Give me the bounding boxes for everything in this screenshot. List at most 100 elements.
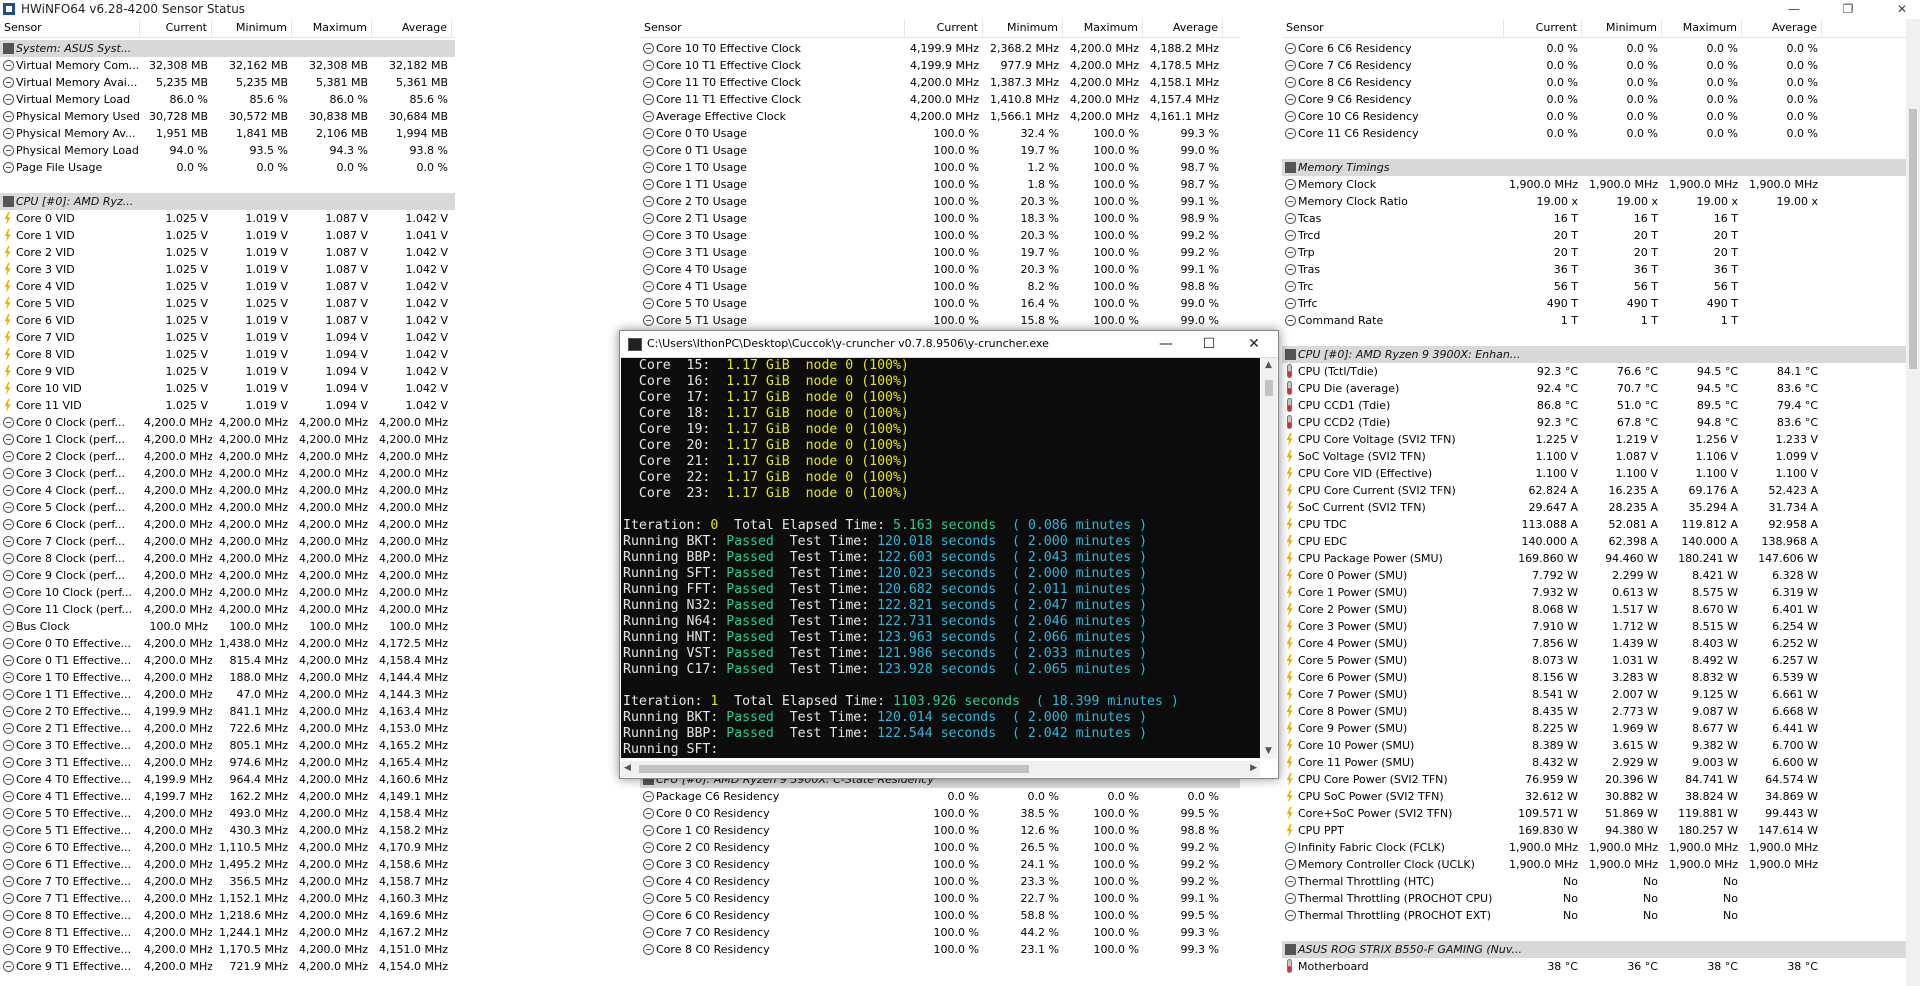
sensor-row[interactable]: Virtual Memory Com... 32,308 MB 32,162 MB 3…	[0, 57, 455, 74]
sensor-row[interactable]: Core 5 Clock (perf... 4,200.0 MHz 4,200.0 …	[0, 499, 455, 516]
sensor-row[interactable]: Core 6 Power (SMU) 8.156 W 3.283 W 8.832 W 6…	[1282, 669, 1920, 686]
sensor-row[interactable]: CPU PPT 169.830 W 94.380 W 180.257 W 147.614…	[1282, 822, 1920, 839]
sensor-row[interactable]: Tras 36 T 36 T 36 T	[1282, 261, 1920, 278]
sensor-row[interactable]: Core 5 Power (SMU) 8.073 W 1.031 W 8.492 W 6…	[1282, 652, 1920, 669]
sensor-row[interactable]: Core 10 VID 1.025 V 1.019 V 1.094 V 1.042 V	[0, 380, 455, 397]
sensor-row[interactable]: Core 6 VID 1.025 V 1.019 V 1.087 V 1.042 V	[0, 312, 455, 329]
sensor-row[interactable]: CPU Package Power (SMU) 169.860 W 94.460 W…	[1282, 550, 1920, 567]
sensor-row[interactable]: Physical Memory Used 30,728 MB 30,572 MB 30…	[0, 108, 455, 125]
sensor-row[interactable]: Core 7 Power (SMU) 8.541 W 2.007 W 9.125 W 6…	[1282, 686, 1920, 703]
sensor-row[interactable]: Thermal Throttling (PROCHOT EXT) No No No	[1282, 907, 1920, 924]
sensor-row[interactable]: Core 5 T0 Effective... 4,200.0 MHz 493.0 M…	[0, 805, 455, 822]
sensor-row[interactable]: Core 11 T0 Effective Clock 4,200.0 MHz 1,3…	[640, 74, 1240, 91]
sensor-panel-3[interactable]: Sensor Current Minimum Maximum Average Core 6…	[1282, 19, 1920, 986]
sensor-row[interactable]: Physical Memory Load 94.0 % 93.5 % 94.3 % 93…	[0, 142, 455, 159]
sensor-row[interactable]: Core 4 C0 Residency 100.0 % 23.3 % 100.0 % 9…	[640, 873, 1240, 890]
sensor-panel-1[interactable]: Sensor Current Minimum Maximum Average System…	[0, 19, 455, 986]
sensor-row[interactable]: Core 10 T0 Effective Clock 4,199.9 MHz 2,3…	[640, 40, 1240, 57]
minimize-button[interactable]: —	[1776, 0, 1812, 19]
sensor-row[interactable]: Core 7 VID 1.025 V 1.019 V 1.094 V 1.042 V	[0, 329, 455, 346]
sensor-row[interactable]: Core 4 T0 Effective... 4,199.9 MHz 964.4 M…	[0, 771, 455, 788]
sensor-group-header[interactable]: CPU [#0]: AMD Ryz...	[0, 193, 455, 210]
sensor-row[interactable]: Core 1 Clock (perf... 4,200.0 MHz 4,200.0 …	[0, 431, 455, 448]
sensor-row[interactable]: Core 8 C0 Residency 100.0 % 23.1 % 100.0 % 9…	[640, 941, 1240, 958]
sensor-row[interactable]: Core 9 VID 1.025 V 1.019 V 1.094 V 1.042 V	[0, 363, 455, 380]
sensor-row[interactable]: Memory Clock 1,900.0 MHz 1,900.0 MHz 1,900.…	[1282, 176, 1920, 193]
sensor-row[interactable]: Core 10 Power (SMU) 8.389 W 3.615 W 9.382 W…	[1282, 737, 1920, 754]
sensor-row[interactable]: Core 11 T1 Effective Clock 4,200.0 MHz 1,4…	[640, 91, 1240, 108]
sensor-row[interactable]: Trp 20 T 20 T 20 T	[1282, 244, 1920, 261]
sensor-row[interactable]: Core 3 T1 Usage 100.0 % 19.7 % 100.0 % 99.2 …	[640, 244, 1240, 261]
header-maximum[interactable]: Maximum	[292, 19, 372, 37]
sensor-row[interactable]: Core 2 Clock (perf... 4,200.0 MHz 4,200.0 …	[0, 448, 455, 465]
restore-button[interactable]: ❐	[1830, 0, 1866, 19]
sensor-row[interactable]: Core 3 T0 Effective... 4,200.0 MHz 805.1 M…	[0, 737, 455, 754]
header-average[interactable]: Average	[1742, 19, 1822, 37]
sensor-row[interactable]: Trcd 20 T 20 T 20 T	[1282, 227, 1920, 244]
sensor-row[interactable]: Core 10 T1 Effective Clock 4,199.9 MHz 977…	[640, 57, 1240, 74]
sensor-row[interactable]: Core 3 VID 1.025 V 1.019 V 1.087 V 1.042 V	[0, 261, 455, 278]
sensor-row[interactable]: Page File Usage 0.0 % 0.0 % 0.0 % 0.0 %	[0, 159, 455, 176]
sensor-row[interactable]: Core 9 C6 Residency 0.0 % 0.0 % 0.0 % 0.0 %	[1282, 91, 1920, 108]
sensor-row[interactable]: Average Effective Clock 4,200.0 MHz 1,566.…	[640, 108, 1240, 125]
sensor-row[interactable]: Core 7 C0 Residency 100.0 % 44.2 % 100.0 % 9…	[640, 924, 1240, 941]
sensor-row[interactable]: Core 1 T1 Usage 100.0 % 1.8 % 100.0 % 98.7 %	[640, 176, 1240, 193]
sensor-row[interactable]: Thermal Throttling (PROCHOT CPU) No No No	[1282, 890, 1920, 907]
sensor-row[interactable]: Core 8 C6 Residency 0.0 % 0.0 % 0.0 % 0.0 %	[1282, 74, 1920, 91]
sensor-row[interactable]: Core 1 Power (SMU) 7.932 W 0.613 W 8.575 W 6…	[1282, 584, 1920, 601]
sensor-row[interactable]: Core 8 Clock (perf... 4,200.0 MHz 4,200.0 …	[0, 550, 455, 567]
sensor-row[interactable]: Thermal Throttling (HTC) No No No	[1282, 873, 1920, 890]
sensor-group-header[interactable]: ASUS ROG STRIX B550-F GAMING (Nuv...	[1282, 941, 1920, 958]
sensor-row[interactable]: CPU (Tctl/Tdie) 92.3 °C 76.6 °C 94.5 °C 84.1…	[1282, 363, 1920, 380]
header-minimum[interactable]: Minimum	[1582, 19, 1662, 37]
sensor-row[interactable]: Core 3 Power (SMU) 7.910 W 1.712 W 8.515 W 6…	[1282, 618, 1920, 635]
sensor-row[interactable]: Command Rate 1 T 1 T 1 T	[1282, 312, 1920, 329]
sensor-group-header[interactable]: Memory Timings	[1282, 159, 1920, 176]
sensor-row[interactable]: Bus Clock 100.0 MHz 100.0 MHz 100.0 MHz 100.…	[0, 618, 455, 635]
sensor-row[interactable]: Core 5 T0 Usage 100.0 % 16.4 % 100.0 % 99.0 …	[640, 295, 1240, 312]
sensor-row[interactable]: Core 0 T1 Effective... 4,200.0 MHz 815.4 M…	[0, 652, 455, 669]
sensor-row[interactable]: CPU SoC Power (SVI2 TFN) 32.612 W 30.882 W…	[1282, 788, 1920, 805]
sensor-row[interactable]: CPU Core Voltage (SVI2 TFN) 1.225 V 1.219 …	[1282, 431, 1920, 448]
sensor-row[interactable]: Core 1 C0 Residency 100.0 % 12.6 % 100.0 % 9…	[640, 822, 1240, 839]
console-vertical-scroll-thumb[interactable]	[1265, 380, 1273, 396]
sensor-row[interactable]: CPU Core Current (SVI2 TFN) 62.824 A 16.23…	[1282, 482, 1920, 499]
sensor-row[interactable]: Core 8 Power (SMU) 8.435 W 2.773 W 9.087 W 6…	[1282, 703, 1920, 720]
sensor-row[interactable]: CPU CCD2 (Tdie) 92.3 °C 67.8 °C 94.8 °C 83.6…	[1282, 414, 1920, 431]
sensor-row[interactable]: Package C6 Residency 0.0 % 0.0 % 0.0 % 0.0 %	[640, 788, 1240, 805]
sensor-row[interactable]: Core 10 Clock (perf... 4,200.0 MHz 4,200.0…	[0, 584, 455, 601]
header-current[interactable]: Current	[905, 19, 983, 37]
sensor-row[interactable]: CPU Core VID (Effective) 1.100 V 1.100 V 1.…	[1282, 465, 1920, 482]
header-average[interactable]: Average	[372, 19, 452, 37]
sensor-row[interactable]: CPU Die (average) 92.4 °C 70.7 °C 94.5 °C 83…	[1282, 380, 1920, 397]
header-sensor[interactable]: Sensor	[640, 19, 905, 37]
sensor-row[interactable]: Core 4 T0 Usage 100.0 % 20.3 % 100.0 % 99.1 …	[640, 261, 1240, 278]
sensor-row[interactable]: Core 0 Clock (perf... 4,200.0 MHz 4,200.0 …	[0, 414, 455, 431]
sensor-row[interactable]: Core 0 T1 Usage 100.0 % 19.7 % 100.0 % 99.0 …	[640, 142, 1240, 159]
sensor-row[interactable]: Core 6 C6 Residency 0.0 % 0.0 % 0.0 % 0.0 %	[1282, 40, 1920, 57]
sensor-row[interactable]: Core 1 VID 1.025 V 1.019 V 1.087 V 1.041 V	[0, 227, 455, 244]
console-minimize-button[interactable]: —	[1148, 334, 1184, 354]
sensor-row[interactable]: Core 0 T0 Effective... 4,200.0 MHz 1,438.0…	[0, 635, 455, 652]
sensor-row[interactable]: Core 3 T1 Effective... 4,200.0 MHz 974.6 M…	[0, 754, 455, 771]
sensor-row[interactable]: Core 2 T0 Effective... 4,199.9 MHz 841.1 M…	[0, 703, 455, 720]
sensor-row[interactable]: Core 9 Power (SMU) 8.225 W 1.969 W 8.677 W 6…	[1282, 720, 1920, 737]
sensor-row[interactable]: Core 9 T1 Effective... 4,200.0 MHz 721.9 M…	[0, 958, 455, 975]
sensor-group-header[interactable]: System: ASUS Syst...	[0, 40, 455, 57]
sensor-row[interactable]: Core 1 T0 Effective... 4,200.0 MHz 188.0 M…	[0, 669, 455, 686]
scroll-right-arrow-icon[interactable]: ▶	[1250, 763, 1257, 773]
sensor-row[interactable]: Core 2 T0 Usage 100.0 % 20.3 % 100.0 % 99.1 …	[640, 193, 1240, 210]
header-sensor[interactable]: Sensor	[0, 19, 140, 37]
sensor-row[interactable]: Core 3 T0 Usage 100.0 % 20.3 % 100.0 % 99.2 …	[640, 227, 1240, 244]
header-average[interactable]: Average	[1143, 19, 1223, 37]
sensor-row[interactable]: CPU TDC 113.088 A 52.081 A 119.812 A 92.958 …	[1282, 516, 1920, 533]
sensor-row[interactable]: Core 6 T1 Effective... 4,200.0 MHz 1,495.2…	[0, 856, 455, 873]
sensor-row[interactable]: Motherboard 38 °C 36 °C 38 °C 38 °C	[1282, 958, 1920, 975]
sensor-row[interactable]: Memory Controller Clock (UCLK) 1,900.0 MH…	[1282, 856, 1920, 873]
sensor-row[interactable]: Core 4 Power (SMU) 7.856 W 1.439 W 8.403 W 6…	[1282, 635, 1920, 652]
sensor-row[interactable]: Core 10 C6 Residency 0.0 % 0.0 % 0.0 % 0.0 %	[1282, 108, 1920, 125]
sensor-row[interactable]: Core 1 T0 Usage 100.0 % 1.2 % 100.0 % 98.7 %	[640, 159, 1240, 176]
sensor-row[interactable]: Virtual Memory Avai... 5,235 MB 5,235 MB 5,…	[0, 74, 455, 91]
sensor-row[interactable]: Core 3 Clock (perf... 4,200.0 MHz 4,200.0 …	[0, 465, 455, 482]
sensor-row[interactable]: Core 8 T0 Effective... 4,200.0 MHz 1,218.6…	[0, 907, 455, 924]
